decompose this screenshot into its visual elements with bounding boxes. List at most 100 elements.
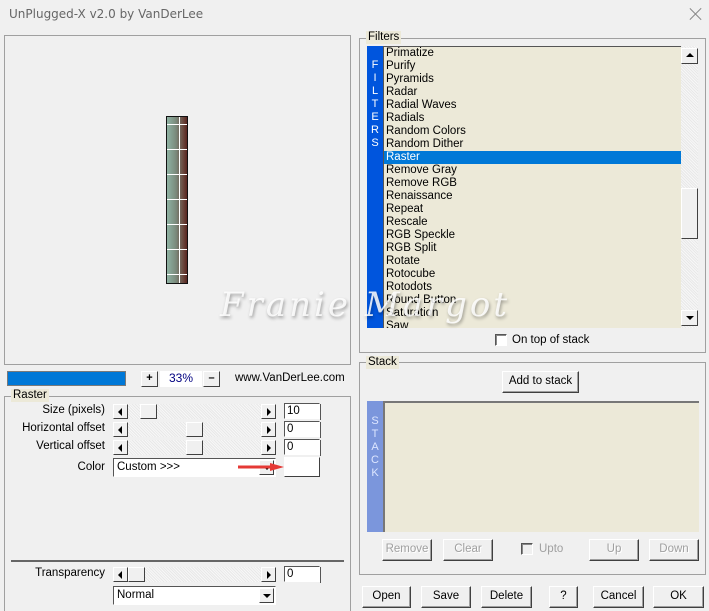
size-slider[interactable] — [113, 404, 276, 419]
filters-strip: FILTERS — [367, 46, 383, 328]
filters-strip-letter: F — [371, 59, 379, 71]
remove-button[interactable]: Remove — [382, 539, 432, 561]
preview-image — [166, 116, 188, 284]
delete-button[interactable]: Delete — [481, 586, 532, 608]
filter-item[interactable]: Repeat — [384, 203, 682, 216]
transparency-input[interactable]: 0 — [284, 566, 321, 583]
arrow-left-icon[interactable] — [113, 440, 128, 455]
filter-item[interactable]: Rotocube — [384, 268, 682, 281]
filter-item[interactable]: Purify — [384, 60, 682, 73]
separator — [11, 560, 344, 562]
filter-item[interactable]: Round Button — [384, 294, 682, 307]
filter-item[interactable]: Saturation — [384, 307, 682, 320]
filter-item[interactable]: Saw — [384, 320, 682, 328]
filter-item[interactable]: Rescale — [384, 216, 682, 229]
filter-item[interactable]: Rotodots — [384, 281, 682, 294]
vertical-offset-input[interactable]: 0 — [284, 439, 321, 456]
filters-group-label: Filters — [366, 31, 402, 44]
stack-strip-letter: A — [371, 441, 379, 453]
filters-strip-letter: E — [371, 111, 379, 123]
arrow-left-icon[interactable] — [113, 422, 128, 437]
title-bar: UnPlugged-X v2.0 by VanDerLee — [0, 0, 709, 30]
zoom-out-button[interactable]: – — [203, 371, 220, 387]
help-button[interactable]: ? — [549, 586, 578, 608]
website-link[interactable]: www.VanDerLee.com — [235, 372, 345, 384]
on-top-checkbox[interactable] — [495, 334, 507, 346]
transparency-thumb[interactable] — [128, 567, 145, 582]
arrow-right-icon[interactable] — [261, 404, 276, 419]
filter-item[interactable]: Pyramids — [384, 73, 682, 86]
filters-strip-letter: S — [371, 137, 379, 149]
up-button[interactable]: Up — [589, 539, 639, 561]
ok-button[interactable]: OK — [653, 586, 704, 608]
chevron-down-icon[interactable] — [259, 588, 274, 603]
arrow-left-icon[interactable] — [113, 404, 128, 419]
horizontal-offset-slider[interactable] — [113, 422, 276, 437]
color-label: Color — [77, 461, 105, 473]
zoom-in-button[interactable]: + — [141, 371, 158, 387]
arrow-right-icon[interactable] — [261, 440, 276, 455]
vertical-offset-slider[interactable] — [113, 440, 276, 455]
on-top-label: On top of stack — [512, 334, 590, 346]
size-label: Size (pixels) — [42, 404, 105, 416]
size-input[interactable]: 10 — [284, 403, 321, 420]
filter-item[interactable]: Radial Waves — [384, 99, 682, 112]
down-button[interactable]: Down — [649, 539, 699, 561]
filter-item[interactable]: RGB Split — [384, 242, 682, 255]
arrow-right-icon[interactable] — [261, 422, 276, 437]
scroll-up-icon[interactable] — [681, 48, 698, 64]
open-button[interactable]: Open — [362, 586, 411, 608]
filters-strip-letter: T — [371, 98, 379, 110]
save-button[interactable]: Save — [421, 586, 471, 608]
filter-item[interactable]: Primatize — [384, 47, 682, 60]
vertical-offset-label: Vertical offset — [36, 440, 105, 452]
horizontal-offset-label: Horizontal offset — [22, 422, 105, 434]
filter-item[interactable]: Rotate — [384, 255, 682, 268]
filter-item[interactable]: RGB Speckle — [384, 229, 682, 242]
progress-bar — [7, 371, 126, 386]
filters-list[interactable]: Primatize Purify Pyramids Radar Radial Waves… — [383, 46, 682, 328]
stack-strip-letter: T — [371, 428, 379, 440]
clear-button[interactable]: Clear — [443, 539, 493, 561]
window-title: UnPlugged-X v2.0 by VanDerLee — [9, 7, 204, 21]
blend-mode-select[interactable]: Normal — [113, 586, 276, 605]
filters-strip-letter: R — [371, 124, 379, 136]
size-slider-thumb[interactable] — [140, 404, 157, 419]
filter-item[interactable]: Remove RGB — [384, 177, 682, 190]
filter-item[interactable]: Random Dither — [384, 138, 682, 151]
horizontal-offset-input[interactable]: 0 — [284, 421, 321, 438]
filter-item[interactable]: Radar — [384, 86, 682, 99]
scroll-thumb[interactable] — [681, 188, 698, 239]
arrow-left-icon[interactable] — [113, 567, 128, 582]
stack-list[interactable] — [383, 401, 699, 532]
filter-item[interactable]: Radials — [384, 112, 682, 125]
transparency-label: Transparency — [35, 567, 105, 579]
filter-item[interactable]: Renaissance — [384, 190, 682, 203]
color-select-value: Custom >>> — [117, 461, 180, 473]
scroll-down-icon[interactable] — [681, 310, 698, 326]
zoom-level: 33% — [160, 371, 202, 387]
stack-strip-letter: C — [371, 454, 379, 466]
arrow-right-icon[interactable] — [261, 567, 276, 582]
raster-group-label: Raster — [11, 389, 49, 402]
filter-item[interactable]: Remove Gray — [384, 164, 682, 177]
filters-strip-letter: L — [371, 85, 379, 97]
transparency-slider[interactable] — [113, 567, 276, 582]
add-to-stack-button[interactable]: Add to stack — [502, 371, 579, 393]
stack-strip-letter: S — [371, 415, 379, 427]
annotation-arrow-icon — [238, 463, 284, 471]
stack-group-label: Stack — [366, 356, 399, 369]
blend-mode-value: Normal — [117, 589, 155, 601]
upto-checkbox[interactable] — [521, 543, 533, 555]
filter-item[interactable]: Random Colors — [384, 125, 682, 138]
filters-strip-letter: I — [373, 72, 377, 84]
close-icon[interactable] — [688, 6, 704, 22]
color-swatch-button[interactable] — [284, 457, 320, 477]
cancel-button[interactable]: Cancel — [593, 586, 644, 608]
stack-strip-letter: K — [371, 467, 379, 479]
stack-strip: STACK — [367, 401, 383, 532]
vertical-offset-thumb[interactable] — [186, 440, 203, 455]
filter-item[interactable]: Raster — [384, 151, 682, 164]
filters-scrollbar[interactable] — [681, 46, 698, 328]
horizontal-offset-thumb[interactable] — [186, 422, 203, 437]
